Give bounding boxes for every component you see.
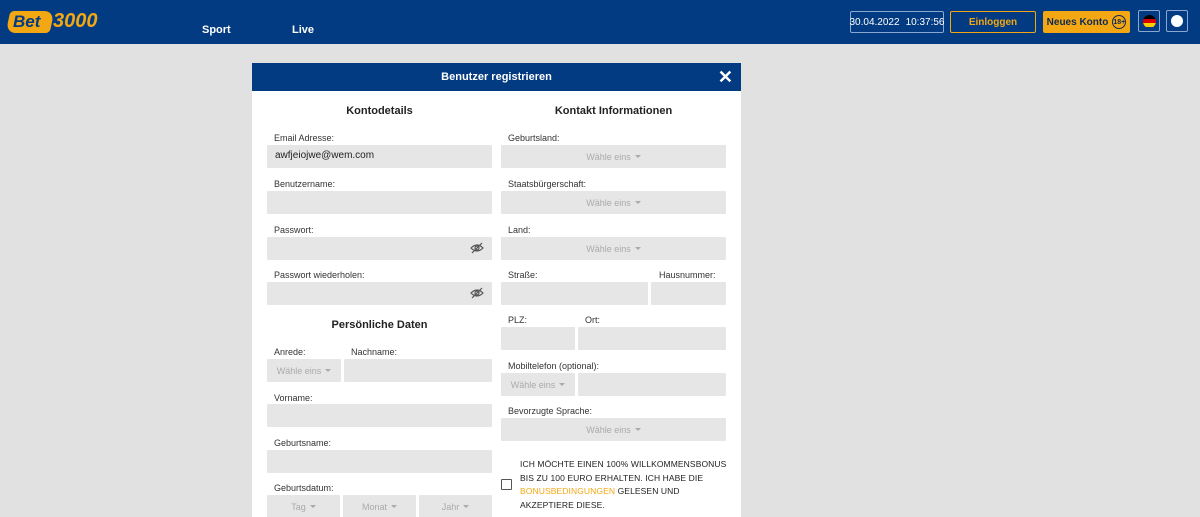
birth-country-value: Wähle eins xyxy=(586,151,631,162)
country-value: Wähle eins xyxy=(586,243,631,254)
password-field[interactable] xyxy=(267,237,492,260)
mobile-label: Mobiltelefon (optional): xyxy=(508,361,600,371)
modal-header: Benutzer registrieren ✕ xyxy=(252,63,741,91)
firstname-label: Vorname: xyxy=(274,393,313,403)
top-navigation-bar: Bet 3000 Sport Live 30.04.2022 10:37:56 … xyxy=(0,0,1200,44)
caret-down-icon xyxy=(559,383,566,386)
birthdate-label: Geburtsdatum: xyxy=(274,483,334,493)
section-heading-account: Kontodetails xyxy=(346,105,413,117)
german-flag-icon xyxy=(1142,14,1156,28)
bonus-terms-text: ICH MÖCHTE EINEN 100% WILLKOMMENSBONUS B… xyxy=(520,458,730,512)
country-select[interactable]: Wähle eins xyxy=(501,237,726,260)
birth-day-select[interactable]: Tag xyxy=(267,495,340,517)
registration-modal: Benutzer registrieren ✕ Kontodetails Ema… xyxy=(252,63,741,517)
citizenship-label: Staatsbürgerschaft: xyxy=(508,179,587,189)
country-label: Land: xyxy=(508,225,531,235)
section-heading-contact: Kontakt Informationen xyxy=(554,105,673,117)
eye-slash-icon[interactable] xyxy=(470,287,484,299)
caret-down-icon xyxy=(391,505,397,508)
mobile-prefix-select[interactable]: Wähle eins xyxy=(501,373,575,396)
language-select[interactable]: Wähle eins xyxy=(501,418,726,441)
modal-title: Benutzer registrieren xyxy=(441,71,552,83)
caret-down-icon xyxy=(634,201,641,204)
new-account-label: Neues Konto xyxy=(1046,16,1109,28)
date-time-display: 30.04.2022 10:37:56 xyxy=(849,11,945,33)
caret-down-icon xyxy=(634,247,641,250)
birth-day-value: Tag xyxy=(291,501,306,512)
username-field[interactable] xyxy=(267,191,492,214)
email-label: Email Adresse: xyxy=(274,133,335,143)
house-number-field[interactable] xyxy=(651,282,726,305)
street-field[interactable] xyxy=(501,282,648,305)
caret-down-icon xyxy=(325,369,332,372)
login-button[interactable]: Einloggen xyxy=(950,11,1036,33)
caret-down-icon xyxy=(309,505,316,508)
caret-down-icon xyxy=(463,505,470,508)
birth-month-select[interactable]: Monat xyxy=(343,495,416,517)
language-selector-button[interactable] xyxy=(1138,10,1160,32)
birth-country-label: Geburtsland: xyxy=(508,133,560,143)
lastname-field[interactable] xyxy=(344,359,492,382)
bet3000-logo[interactable]: Bet 3000 xyxy=(5,7,98,39)
circle-icon xyxy=(1171,15,1183,27)
lastname-label: Nachname: xyxy=(351,347,398,357)
bonus-conditions-link[interactable]: BONUSBEDINGUNGEN xyxy=(520,486,615,496)
password-label: Passwort: xyxy=(274,225,314,235)
caret-down-icon xyxy=(634,428,641,431)
nav-sport[interactable]: Sport xyxy=(202,24,231,36)
mobile-number-field[interactable] xyxy=(578,373,726,396)
age-18-badge: 18+ xyxy=(1112,15,1127,29)
logo-text-bet: Bet xyxy=(13,12,41,31)
citizenship-select[interactable]: Wähle eins xyxy=(501,191,726,214)
birth-year-value: Jahr xyxy=(441,501,460,512)
birth-month-value: Monat xyxy=(361,501,387,512)
birth-year-select[interactable]: Jahr xyxy=(419,495,492,517)
password-repeat-field[interactable] xyxy=(267,282,492,305)
time-text: 10:37:56 xyxy=(905,16,945,28)
date-text: 30.04.2022 xyxy=(849,16,900,28)
logo-text-3000: 3000 xyxy=(53,10,98,32)
bonus-checkbox[interactable] xyxy=(501,479,512,490)
language-value: Wähle eins xyxy=(586,424,631,435)
username-label: Benutzername: xyxy=(274,179,336,189)
email-value: awfjeiojwe@wem.com xyxy=(275,150,375,161)
zip-label: PLZ: xyxy=(508,315,528,325)
zip-field[interactable] xyxy=(501,327,575,350)
section-heading-personal: Persönliche Daten xyxy=(331,319,428,331)
citizenship-value: Wähle eins xyxy=(586,197,631,208)
salutation-select-value: Wähle eins xyxy=(276,365,322,376)
salutation-select[interactable]: Wähle eins xyxy=(267,359,341,382)
language-label: Bevorzugte Sprache: xyxy=(508,406,593,416)
house-number-label: Hausnummer: xyxy=(659,270,716,280)
birthname-label: Geburtsname: xyxy=(274,438,332,448)
eye-slash-icon[interactable] xyxy=(470,242,484,254)
birthname-field[interactable] xyxy=(267,450,492,473)
caret-down-icon xyxy=(634,155,641,158)
theme-toggle-button[interactable] xyxy=(1166,10,1188,32)
close-icon[interactable]: ✕ xyxy=(718,67,733,87)
nav-live[interactable]: Live xyxy=(292,24,314,36)
password-repeat-label: Passwort wiederholen: xyxy=(274,270,365,280)
city-field[interactable] xyxy=(578,327,726,350)
bonus-text-before: ICH MÖCHTE EINEN 100% WILLKOMMENSBONUS B… xyxy=(520,459,727,483)
firstname-field[interactable] xyxy=(267,404,492,427)
birth-country-select[interactable]: Wähle eins xyxy=(501,145,726,168)
email-field[interactable]: awfjeiojwe@wem.com xyxy=(267,145,492,168)
city-label: Ort: xyxy=(585,315,600,325)
salutation-label: Anrede: xyxy=(274,347,306,357)
street-label: Straße: xyxy=(508,270,538,280)
mobile-prefix-value: Wähle eins xyxy=(510,379,556,390)
new-account-button[interactable]: Neues Konto 18+ xyxy=(1043,11,1130,33)
